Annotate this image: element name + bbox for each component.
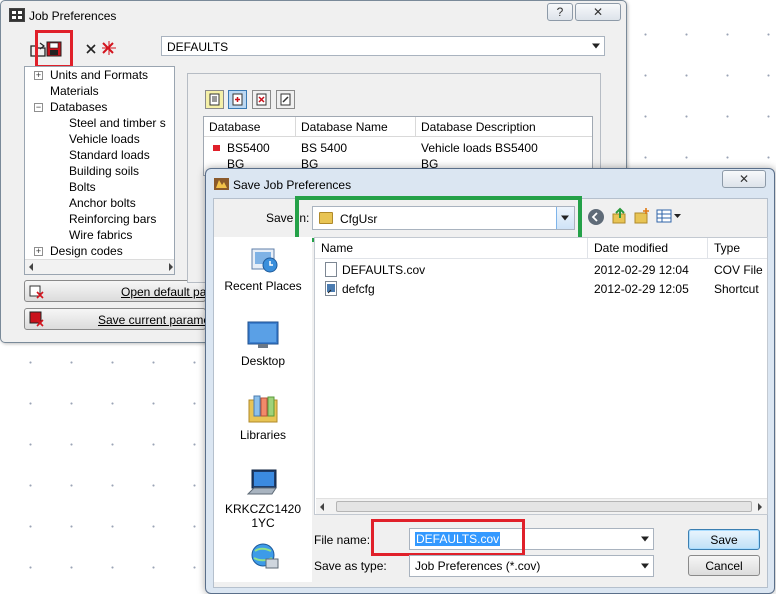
tree-item-bolts[interactable]: Bolts <box>69 180 96 194</box>
table-cell[interactable]: BS5400 <box>227 141 270 155</box>
column-header-date[interactable]: Date modified <box>588 238 708 259</box>
insert-record-icon[interactable] <box>228 90 247 109</box>
file-name-highlight <box>371 519 525 556</box>
view-menu-icon[interactable] <box>656 208 682 224</box>
libraries-icon <box>246 394 280 424</box>
database-table: Database Database Name Database Descript… <box>203 116 593 176</box>
folder-icon <box>319 212 333 224</box>
save-current-label: Save current paramete <box>98 313 221 327</box>
network-icon <box>246 541 280 571</box>
help-button[interactable]: ? <box>547 3 573 21</box>
save-current-button[interactable]: Save current paramete <box>24 308 220 330</box>
app-icon <box>9 8 25 22</box>
tree-item-anchor-bolts[interactable]: Anchor bolts <box>69 196 136 210</box>
status-marker-icon <box>213 145 220 151</box>
file-name: defcfg <box>342 282 375 296</box>
add-record-icon[interactable] <box>205 90 224 109</box>
file-date: 2012-02-29 12:05 <box>594 282 689 296</box>
file-type: Shortcut <box>714 282 759 296</box>
close-button[interactable]: ✕ <box>575 3 621 21</box>
shortcut-icon <box>325 281 337 296</box>
tree-item-building-soils[interactable]: Building soils <box>69 164 139 178</box>
column-header[interactable]: Database Name <box>296 117 416 137</box>
column-header-name[interactable]: Name <box>315 238 588 259</box>
file-name: DEFAULTS.cov <box>342 263 426 277</box>
place-desktop[interactable]: Desktop <box>214 320 312 368</box>
column-header[interactable]: Database Description <box>416 117 592 137</box>
tree-item-databases[interactable]: Databases <box>50 100 107 114</box>
table-cell[interactable]: BS 5400 <box>301 141 347 155</box>
tree-item-design-codes[interactable]: Design codes <box>50 244 123 258</box>
tree-item-standard-loads[interactable]: Standard loads <box>69 148 150 162</box>
preset-value: DEFAULTS <box>167 40 229 54</box>
chevron-down-icon[interactable] <box>561 215 569 221</box>
column-header[interactable]: Database <box>204 117 296 137</box>
dialog-title: Save Job Preferences <box>233 178 352 192</box>
place-recent-places[interactable]: Recent Places <box>214 245 312 293</box>
chevron-down-icon[interactable] <box>592 43 600 49</box>
file-row[interactable]: defcfg 2012-02-29 12:05 Shortcut <box>315 280 767 298</box>
tree-item-reinforcing-bars[interactable]: Reinforcing bars <box>69 212 156 226</box>
column-header-type[interactable]: Type <box>708 238 767 259</box>
save-button[interactable]: Save <box>688 529 760 550</box>
dialog-close-button[interactable]: ✕ <box>722 170 766 188</box>
save-dialog: Save Job Preferences ✕ Save in: CfgUsr R… <box>205 168 775 594</box>
file-date: 2012-02-29 12:04 <box>594 263 689 277</box>
cancel-button[interactable]: Cancel <box>688 555 760 576</box>
place-label: Recent Places <box>224 279 302 293</box>
tree-horizontal-scrollbar[interactable] <box>25 259 174 274</box>
back-icon[interactable] <box>588 209 604 225</box>
dialog-app-icon <box>214 176 229 191</box>
places-bar: Recent Places Desktop Libraries KRKCZC14… <box>214 237 312 582</box>
table-cell[interactable]: Vehicle loads BS5400 <box>421 141 538 155</box>
save-in-select[interactable]: CfgUsr <box>312 206 575 230</box>
expand-icon[interactable]: + <box>34 71 43 80</box>
file-list[interactable]: Name Date modified Type DEFAULTS.cov 201… <box>314 237 768 515</box>
save-disk-icon[interactable] <box>43 38 65 60</box>
save-in-dropdown[interactable] <box>556 207 574 229</box>
chevron-down-icon[interactable] <box>641 563 649 569</box>
desktop-icon <box>246 320 280 350</box>
delete-icon[interactable] <box>81 39 101 59</box>
file-row[interactable]: DEFAULTS.cov 2012-02-29 12:04 COV File <box>315 261 767 279</box>
file-type: COV File <box>714 263 763 277</box>
open-default-button[interactable]: Open default para <box>24 280 217 302</box>
save-as-type-value: Job Preferences (*.cov) <box>415 559 541 573</box>
window-title: Job Preferences <box>29 9 117 23</box>
save-as-type-select[interactable]: Job Preferences (*.cov) <box>409 555 654 577</box>
tree-item-units[interactable]: Units and Formats <box>50 68 148 82</box>
new-folder-icon[interactable] <box>633 207 651 225</box>
up-folder-icon[interactable] <box>611 207 629 225</box>
place-label: Desktop <box>240 354 286 368</box>
save-current-icon <box>29 311 45 327</box>
place-computer[interactable]: KRKCZC14201YC <box>214 468 312 530</box>
place-label: Libraries <box>239 428 287 442</box>
chevron-down-icon[interactable] <box>641 536 649 542</box>
place-label: KRKCZC14201YC <box>224 502 302 530</box>
save-as-type-label: Save as type: <box>314 559 387 573</box>
tree-item-wire-fabrics[interactable]: Wire fabrics <box>69 228 132 242</box>
tree-item-steel-timber[interactable]: Steel and timber s <box>69 116 166 130</box>
save-in-value: CfgUsr <box>340 212 378 226</box>
recent-places-icon <box>246 245 280 275</box>
collapse-icon[interactable]: − <box>34 103 43 112</box>
edit-record-icon[interactable] <box>276 90 295 109</box>
delete-all-icon[interactable] <box>99 38 119 58</box>
place-network[interactable] <box>214 541 312 575</box>
file-list-scrollbar[interactable] <box>316 498 767 514</box>
preset-select[interactable]: DEFAULTS <box>161 36 605 56</box>
open-default-label: Open default para <box>121 285 218 299</box>
delete-record-icon[interactable] <box>252 90 271 109</box>
file-icon <box>325 262 337 277</box>
tree-item-materials[interactable]: Materials <box>50 84 99 98</box>
expand-icon[interactable]: + <box>34 247 43 256</box>
preferences-tree[interactable]: + Units and Formats Materials − Database… <box>24 66 175 275</box>
computer-icon <box>246 468 280 498</box>
tree-item-vehicle-loads[interactable]: Vehicle loads <box>69 132 140 146</box>
place-libraries[interactable]: Libraries <box>214 394 312 442</box>
file-name-label: File name: <box>314 533 371 547</box>
open-default-icon <box>29 283 45 299</box>
